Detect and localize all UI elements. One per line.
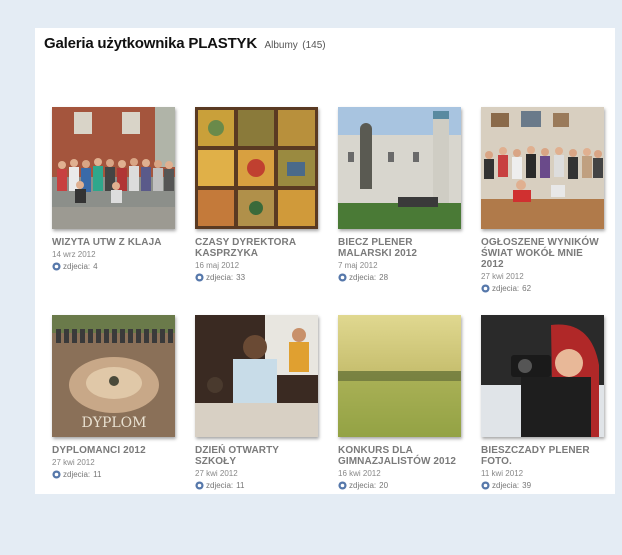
photos-count: 28 xyxy=(379,273,389,282)
photos-count: 62 xyxy=(522,284,532,293)
album-photo-count: zdjecia: 4 xyxy=(52,261,177,272)
album-date: 27 kwi 2012 xyxy=(195,469,238,478)
album-title[interactable]: BIESZCZADY PLENER FOTO. xyxy=(481,445,606,467)
albums-link[interactable]: Albumy xyxy=(264,40,297,51)
album-date: 14 wrz 2012 xyxy=(52,250,96,259)
album-title[interactable]: DZIEŃ OTWARTY SZKOŁY xyxy=(195,445,320,467)
photos-label: zdjecia: xyxy=(63,262,91,271)
album-title[interactable]: KONKURS DLA GIMNAZJALISTÓW 2012 xyxy=(338,445,463,467)
album-thumbnail[interactable] xyxy=(195,107,318,229)
album-thumbnail[interactable] xyxy=(338,315,461,437)
album-card[interactable]: BIESZCZADY PLENER FOTO. 11 kwi 2012 zdje… xyxy=(481,315,606,491)
album-thumbnail[interactable]: DYPLOM xyxy=(52,315,175,437)
album-title[interactable]: CZASY DYREKTORA KASPRZYKA xyxy=(195,237,320,259)
photos-count: 20 xyxy=(379,481,389,490)
camera-icon xyxy=(52,262,61,271)
album-date: 16 maj 2012 xyxy=(195,261,240,270)
album-thumbnail[interactable] xyxy=(338,107,461,229)
album-photo-count: zdjecia: 28 xyxy=(338,272,463,283)
album-title[interactable]: BIECZ PLENER MALARSKI 2012 xyxy=(338,237,463,259)
album-date: 16 kwi 2012 xyxy=(338,469,381,478)
album-card[interactable]: OGŁOSZENE WYNIKÓW ŚWIAT WOKÓŁ MNIE 2012 … xyxy=(481,107,606,294)
camera-icon xyxy=(52,470,61,479)
photos-label: zdjecia: xyxy=(63,470,91,479)
photos-label: zdjecia: xyxy=(206,481,234,490)
album-title[interactable]: DYPLOMANCI 2012 xyxy=(52,445,177,456)
camera-icon xyxy=(481,284,490,293)
photos-label: zdjecia: xyxy=(492,284,520,293)
album-card[interactable]: CZASY DYREKTORA KASPRZYKA 16 maj 2012 zd… xyxy=(195,107,320,283)
album-photo-count: zdjecia: 11 xyxy=(52,469,177,480)
photos-count: 39 xyxy=(522,481,532,490)
photos-label: zdjecia: xyxy=(349,481,377,490)
photos-count: 33 xyxy=(236,273,246,282)
gallery-title: Galeria użytkownika PLASTYK xyxy=(44,35,257,52)
album-title[interactable]: OGŁOSZENE WYNIKÓW ŚWIAT WOKÓŁ MNIE 2012 xyxy=(481,237,606,270)
album-thumbnail[interactable] xyxy=(52,107,175,229)
photos-label: zdjecia: xyxy=(206,273,234,282)
photos-label: zdjecia: xyxy=(349,273,377,282)
camera-icon xyxy=(195,273,204,282)
photos-label: zdjecia: xyxy=(492,481,520,490)
album-date: 7 maj 2012 xyxy=(338,261,378,270)
album-date: 11 kwi 2012 xyxy=(481,469,524,478)
album-thumbnail[interactable] xyxy=(481,107,604,229)
svg-text:DYPLOM: DYPLOM xyxy=(82,415,147,431)
album-thumbnail[interactable] xyxy=(195,315,318,437)
album-card[interactable]: DYPLOM DYPLOMANCI 2012 27 kwi 2012 zdjec… xyxy=(52,315,177,480)
photos-count: 4 xyxy=(93,262,98,271)
camera-icon xyxy=(338,273,347,282)
album-photo-count: zdjecia: 11 xyxy=(195,480,320,491)
gallery-panel: Galeria użytkownika PLASTYK Albumy (145) xyxy=(35,28,615,494)
album-photo-count: zdjecia: 62 xyxy=(481,283,606,294)
album-card[interactable]: WIZYTA UTW Z KLAJA 14 wrz 2012 zdjecia: … xyxy=(52,107,177,272)
album-card[interactable]: DZIEŃ OTWARTY SZKOŁY 27 kwi 2012 zdjecia… xyxy=(195,315,320,491)
photos-count: 11 xyxy=(236,481,245,490)
camera-icon xyxy=(338,481,347,490)
album-date: 27 kwi 2012 xyxy=(481,272,524,281)
album-photo-count: zdjecia: 39 xyxy=(481,480,606,491)
camera-icon xyxy=(195,481,204,490)
gallery-header: Galeria użytkownika PLASTYK Albumy (145) xyxy=(44,35,326,53)
album-thumbnail[interactable] xyxy=(481,315,604,437)
album-card[interactable]: BIECZ PLENER MALARSKI 2012 7 maj 2012 zd… xyxy=(338,107,463,283)
album-photo-count: zdjecia: 33 xyxy=(195,272,320,283)
album-title[interactable]: WIZYTA UTW Z KLAJA xyxy=(52,237,177,248)
camera-icon xyxy=(481,481,490,490)
albums-count: (145) xyxy=(302,40,326,51)
album-date: 27 kwi 2012 xyxy=(52,458,95,467)
album-card[interactable]: KONKURS DLA GIMNAZJALISTÓW 2012 16 kwi 2… xyxy=(338,315,463,491)
photos-count: 11 xyxy=(93,470,102,479)
album-photo-count: zdjecia: 20 xyxy=(338,480,463,491)
